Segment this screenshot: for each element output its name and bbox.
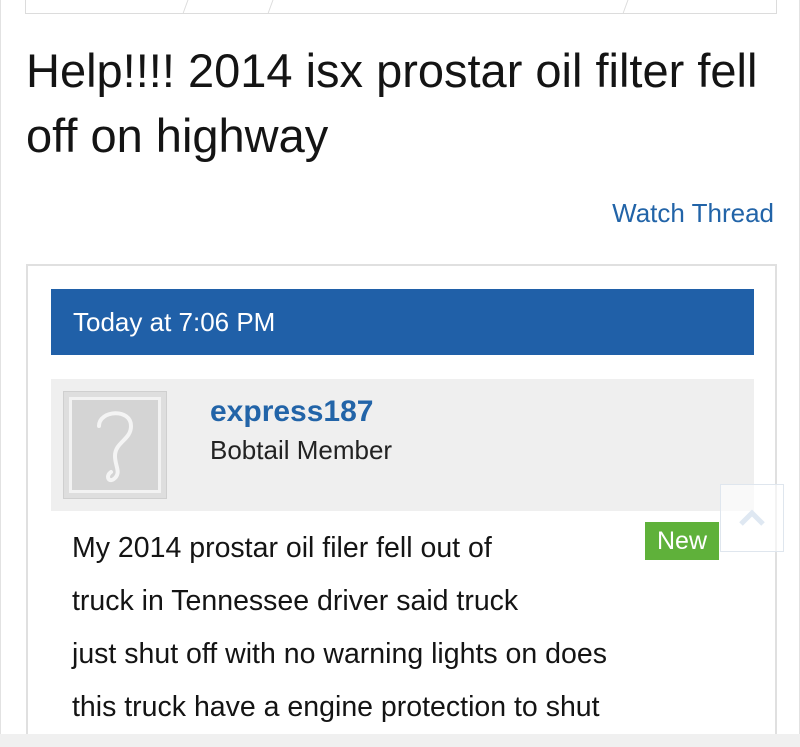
breadcrumb-divider: [622, 0, 631, 14]
avatar[interactable]: [63, 391, 167, 499]
message-line: truck in Tennessee driver said truck: [72, 585, 519, 617]
chevron-up-icon: [739, 509, 765, 526]
question-mark-icon: [97, 411, 134, 483]
message-line: My 2014 prostar oil filer fell out of: [72, 532, 492, 564]
new-badge: New: [645, 522, 720, 560]
bottom-bar: [0, 734, 800, 747]
post-container: Today at 7:06 PM express187 Bobtail Memb…: [26, 264, 777, 744]
breadcrumb-divider: [267, 0, 276, 14]
avatar-placeholder: [69, 397, 161, 493]
thread-title: Help!!!! 2014 isx prostar oil filter fel…: [26, 44, 758, 162]
user-title: Bobtail Member: [210, 435, 393, 465]
post-date-bar: Today at 7:06 PM: [51, 289, 754, 355]
user-block: express187 Bobtail Member: [51, 379, 754, 511]
breadcrumb[interactable]: [25, 0, 777, 14]
post-message: My 2014 prostar oil filer fell out of tr…: [72, 522, 732, 734]
breadcrumb-divider: [182, 0, 191, 14]
username-link[interactable]: express187: [210, 395, 373, 429]
message-line: this truck have a engine protection to s…: [72, 691, 600, 723]
scroll-to-top-button[interactable]: [720, 484, 784, 552]
watch-thread-link[interactable]: Watch Thread: [612, 198, 774, 229]
message-line: just shut off with no warning lights on …: [72, 638, 607, 670]
page: Help!!!! 2014 isx prostar oil filter fel…: [0, 0, 800, 744]
